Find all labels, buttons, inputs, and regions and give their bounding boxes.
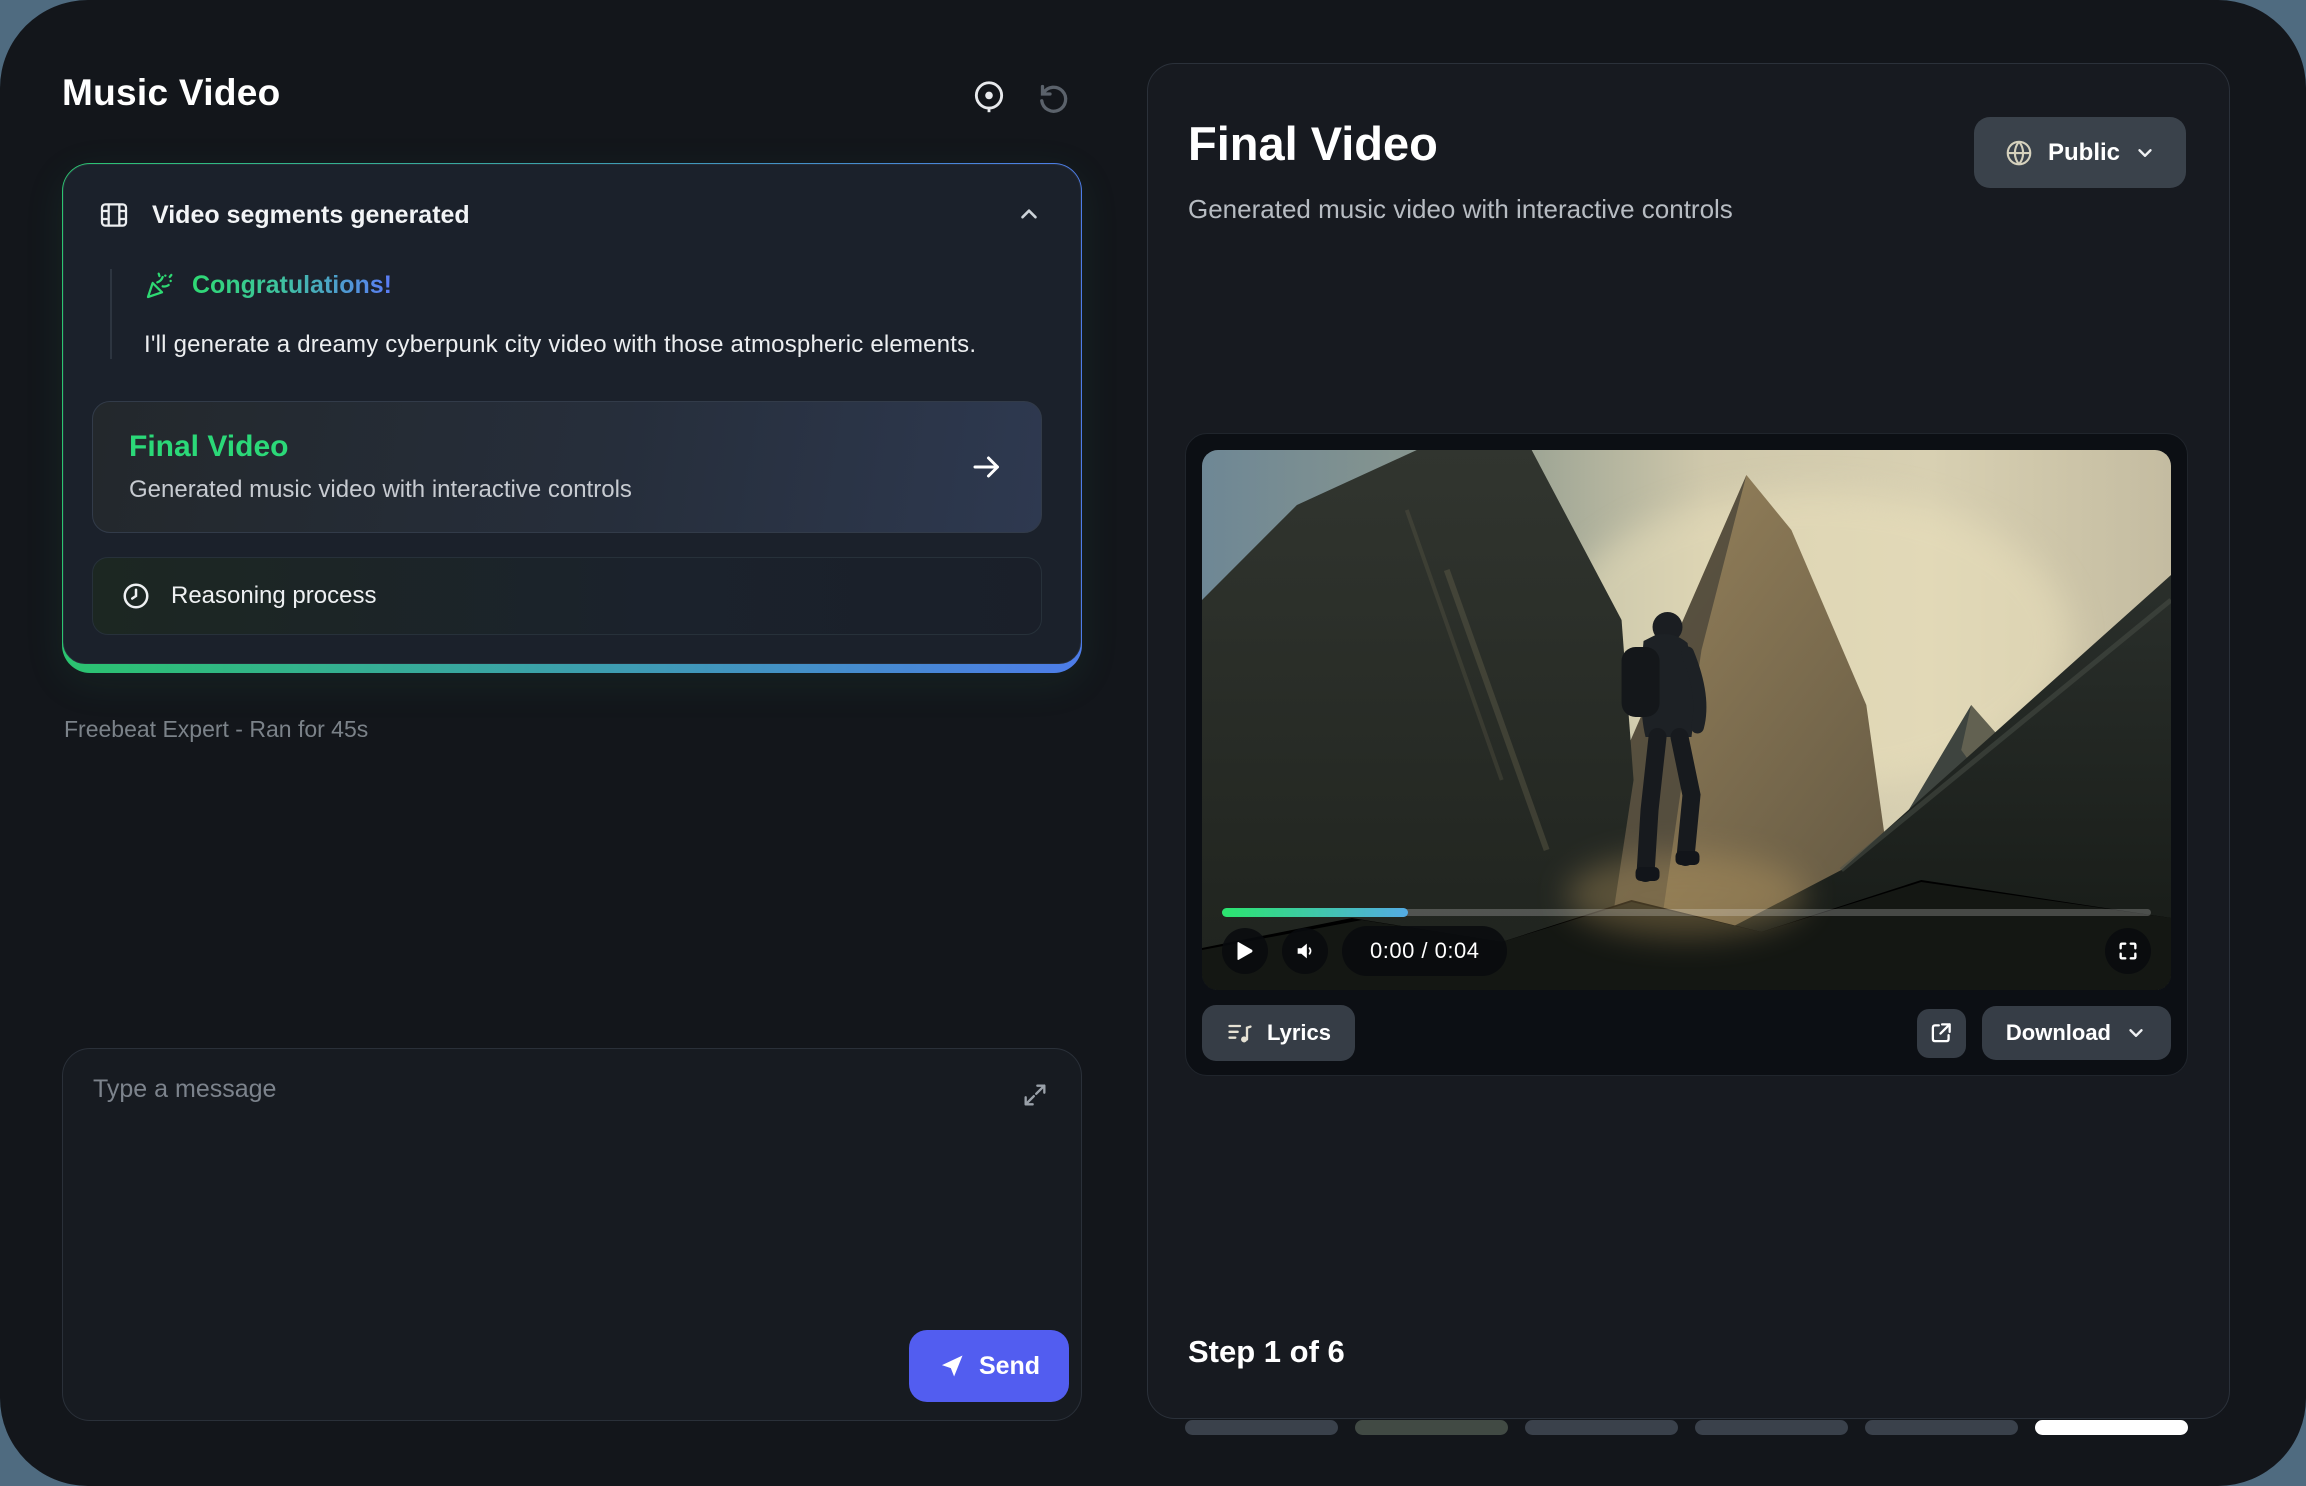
desktop-background: Music Video Video segments generated [0, 0, 2306, 1486]
send-button[interactable]: Send [909, 1330, 1069, 1402]
video-surface[interactable]: 0:00 / 0:04 [1202, 450, 2171, 990]
play-button[interactable] [1222, 928, 1268, 974]
agent-quote-block: Congratulations! I'll generate a dreamy … [110, 269, 1042, 359]
open-external-button[interactable] [1917, 1009, 1966, 1058]
congrats-row: Congratulations! [144, 269, 1042, 301]
globe-icon [2004, 138, 2034, 168]
message-composer: Send [62, 1048, 1082, 1421]
video-progress-track[interactable] [1222, 909, 2151, 916]
expand-icon [1021, 1081, 1049, 1109]
reset-button[interactable] [1032, 76, 1074, 118]
chevron-down-icon [2134, 142, 2156, 164]
status-card-header[interactable]: Video segments generated [92, 199, 1042, 231]
status-card-title: Video segments generated [152, 201, 994, 230]
visibility-label: Public [2048, 139, 2120, 167]
party-popper-icon [144, 269, 176, 301]
lyrics-icon [1226, 1019, 1254, 1047]
download-button[interactable]: Download [1982, 1006, 2171, 1060]
message-input[interactable] [93, 1075, 973, 1355]
step-progress [1185, 1420, 2188, 1436]
page-title: Music Video [62, 72, 281, 114]
app-window: Music Video Video segments generated [0, 0, 2306, 1486]
play-icon [1236, 941, 1254, 961]
step-segment [1185, 1420, 1338, 1435]
final-video-link-subtitle: Generated music video with interactive c… [129, 476, 969, 504]
panel-subtitle: Generated music video with interactive c… [1188, 194, 1733, 225]
reasoning-label: Reasoning process [171, 582, 376, 610]
fullscreen-button[interactable] [2105, 928, 2151, 974]
expand-composer-button[interactable] [1017, 1077, 1053, 1113]
scan-target-icon [970, 78, 1008, 116]
congrats-heading: Congratulations! [192, 271, 392, 300]
video-player-card: 0:00 / 0:04 [1185, 433, 2188, 1076]
final-video-panel: Final Video Generated music video with i… [1147, 63, 2230, 1419]
step-label: Step 1 of 6 [1188, 1334, 1345, 1370]
external-link-icon [1928, 1020, 1954, 1046]
clock-icon [121, 581, 151, 611]
final-video-link-texts: Final Video Generated music video with i… [129, 430, 969, 504]
player-progress-fill [1222, 908, 1408, 917]
arrow-right-icon [969, 449, 1005, 485]
final-video-link-card[interactable]: Final Video Generated music video with i… [92, 401, 1042, 533]
volume-icon [1294, 940, 1316, 962]
send-icon [938, 1352, 966, 1380]
video-actions-row: Lyrics Download [1202, 1005, 2171, 1061]
film-icon [98, 199, 130, 231]
agent-message: I'll generate a dreamy cyberpunk city vi… [144, 331, 1042, 359]
step-segment [1355, 1420, 1508, 1435]
final-video-link-title: Final Video [129, 430, 969, 464]
panel-title: Final Video [1188, 116, 1438, 171]
time-display: 0:00 / 0:04 [1342, 926, 1507, 976]
lyrics-button[interactable]: Lyrics [1202, 1005, 1355, 1061]
step-segment [2035, 1420, 2188, 1435]
chevron-down-icon [2125, 1022, 2147, 1044]
step-segment [1865, 1420, 2018, 1435]
send-button-label: Send [979, 1352, 1040, 1381]
fullscreen-icon [2117, 940, 2139, 962]
step-segment [1695, 1420, 1848, 1435]
status-card: Video segments generated [63, 164, 1081, 664]
volume-button[interactable] [1282, 928, 1328, 974]
reasoning-process-bar[interactable]: Reasoning process [92, 557, 1042, 635]
scan-target-button[interactable] [968, 76, 1010, 118]
lyrics-button-label: Lyrics [1267, 1020, 1331, 1046]
chevron-up-icon[interactable] [1016, 202, 1042, 228]
reset-icon [1035, 79, 1071, 115]
run-status-text: Freebeat Expert - Ran for 45s [64, 716, 368, 743]
step-segment [1525, 1420, 1678, 1435]
status-card-gradient-border: Video segments generated [62, 163, 1082, 673]
download-button-label: Download [2006, 1020, 2111, 1046]
visibility-dropdown[interactable]: Public [1974, 117, 2186, 188]
